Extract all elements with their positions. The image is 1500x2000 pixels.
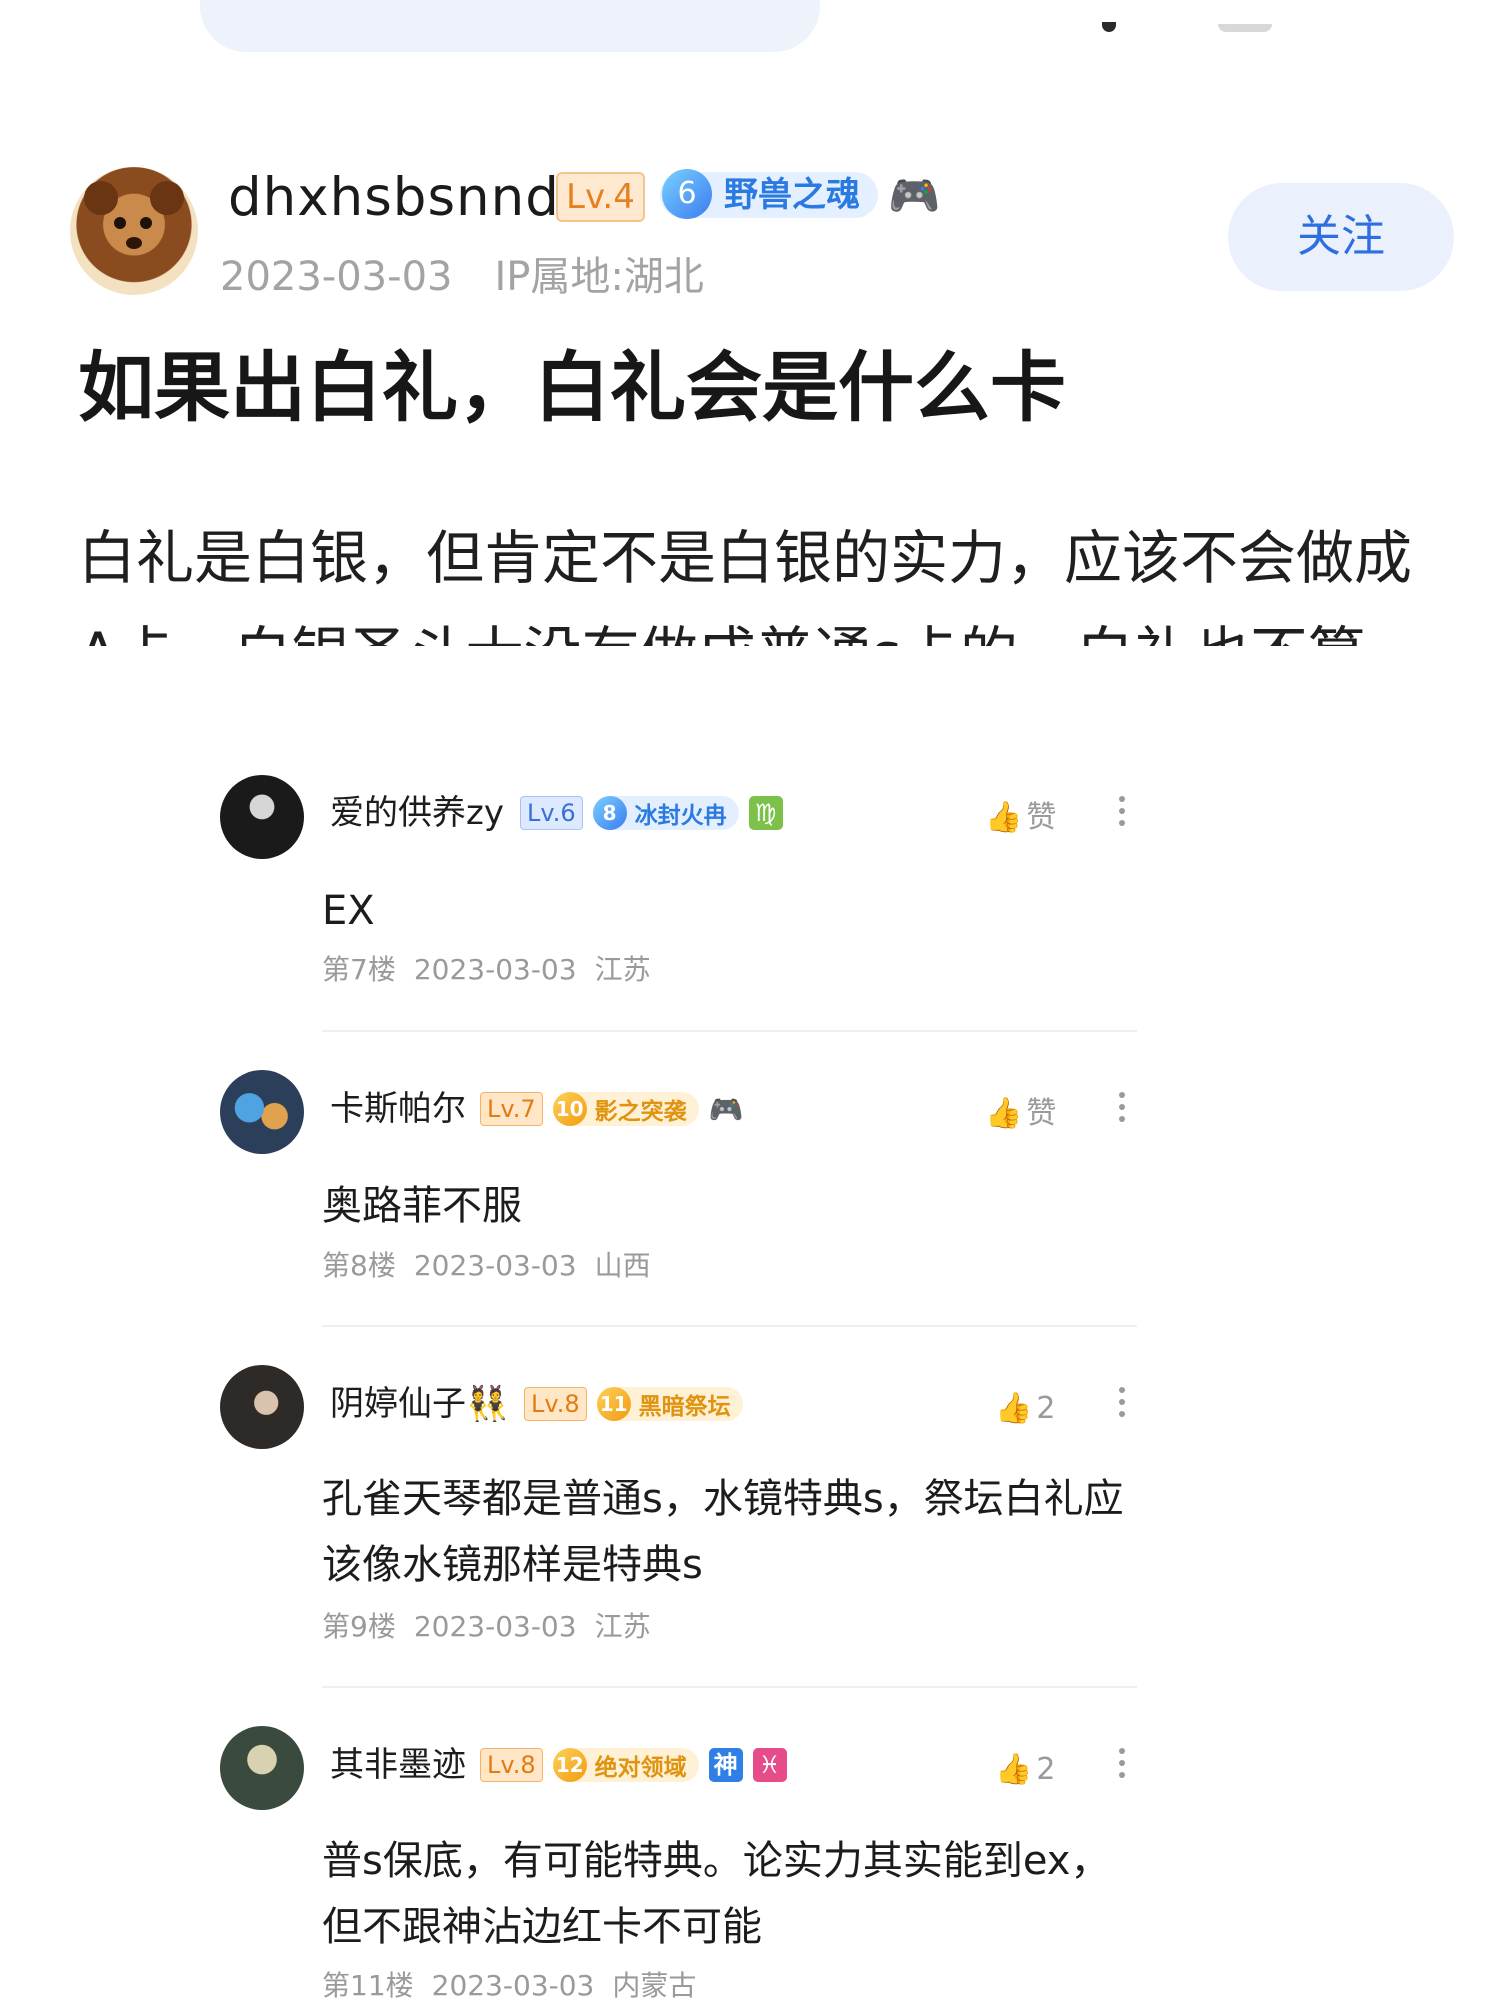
like-button[interactable]: 👍 赞: [985, 1094, 1056, 1134]
post-title: 如果出白礼，白礼会是什么卡: [78, 343, 1066, 432]
post-date: 2023-03-03: [220, 254, 453, 300]
comment-location: 江苏: [594, 1610, 651, 1643]
follow-button[interactable]: 关注: [1228, 183, 1454, 291]
divider: [322, 1030, 1137, 1032]
like-button[interactable]: 👍 2: [995, 1750, 1055, 1790]
comment-location: 山西: [594, 1249, 651, 1282]
fan-medal: 10 影之突袭: [552, 1092, 699, 1126]
comment-date: 2023-03-03: [431, 1969, 595, 2000]
level-badge: Lv.7: [480, 1092, 543, 1126]
floor-number: 第7楼: [322, 953, 396, 986]
comment-meta: 第11楼 2023-03-03 内蒙古: [322, 1968, 714, 2000]
author-meta: 2023-03-03 IP属地:湖北: [220, 252, 746, 302]
medal-level: 8: [592, 796, 627, 830]
comment-location: 江苏: [594, 953, 651, 986]
commenter-badges: Lv.7 10 影之突袭 🎮: [480, 1092, 743, 1126]
commenter-avatar[interactable]: [220, 1365, 304, 1449]
commenter-badges: Lv.6 8 冰封火冉 ♍: [520, 796, 783, 830]
comment-meta: 第7楼 2023-03-03 江苏: [322, 952, 669, 988]
ip-location: IP属地:湖北: [494, 254, 704, 300]
comment-text-line: 该像水镜那样是特典s: [322, 1542, 703, 1588]
god-icon: 神: [708, 1748, 743, 1782]
post-body-line: 白礼是白银，但肯定不是白银的实力，应该不会做成: [78, 524, 1413, 592]
post-body-line-cut: A卡，白银圣斗士没有做成普通s卡的，白礼也不算: [78, 606, 1458, 646]
divider: [322, 1686, 1137, 1688]
level-badge: Lv.8: [524, 1387, 587, 1421]
level-badge: Lv.8: [480, 1748, 543, 1782]
commenter-badges: Lv.8 11 黑暗祭坛: [524, 1387, 743, 1421]
menu-icon[interactable]: [1102, 22, 1116, 32]
thumb-up-icon: 👍: [995, 1391, 1033, 1426]
more-options-icon[interactable]: [1112, 790, 1132, 832]
like-count: 2: [1036, 1391, 1056, 1426]
medal-level: 12: [552, 1748, 587, 1782]
more-options-icon[interactable]: [1112, 1381, 1132, 1423]
comment-text: 孔雀天琴都是普通s，水镜特典s，祭坛白礼应 该像水镜那样是特典s: [322, 1466, 1142, 1598]
medal-name: 野兽之魂: [724, 175, 860, 215]
commenter-name[interactable]: 其非墨迹: [330, 1742, 466, 1788]
medal-level: 10: [552, 1092, 587, 1126]
author-level-badge: Lv.4: [556, 172, 645, 222]
comment-meta: 第9楼 2023-03-03 江苏: [322, 1609, 669, 1645]
comment-date: 2023-03-03: [413, 1610, 577, 1643]
post-body: 白礼是白银，但肯定不是白银的实力，应该不会做成 A卡，白银圣斗士没有做成普通s卡…: [78, 510, 1458, 656]
comment-meta: 第8楼 2023-03-03 山西: [322, 1248, 669, 1284]
medal-level: 11: [596, 1387, 631, 1421]
thumb-up-icon: 👍: [995, 1752, 1033, 1787]
comment-date: 2023-03-03: [413, 953, 577, 986]
commenter-avatar[interactable]: [220, 1070, 304, 1154]
thumb-up-icon: 👍: [985, 1096, 1023, 1131]
fan-medal: 11 黑暗祭坛: [596, 1387, 743, 1421]
thumb-up-icon: 👍: [985, 800, 1023, 835]
author-name[interactable]: dhxhsbsnnd: [228, 168, 560, 228]
commenter-badges: Lv.8 12 绝对领域 神 ♓: [480, 1748, 787, 1782]
comment-date: 2023-03-03: [413, 1249, 577, 1282]
more-options-icon[interactable]: [1112, 1086, 1132, 1128]
profile-icon[interactable]: [1218, 24, 1272, 32]
commenter-name[interactable]: 爱的供养zy: [330, 790, 504, 836]
comment-text-line: 孔雀天琴都是普通s，水镜特典s，祭坛白礼应: [322, 1476, 1124, 1522]
like-button[interactable]: 👍 2: [995, 1389, 1055, 1429]
comment-text: 普s保底，有可能特典。论实力其实能到ex， 但不跟神沾边红卡不可能: [322, 1828, 1142, 1960]
gamepad-icon: 🎮: [708, 1092, 744, 1126]
divider: [322, 1325, 1137, 1327]
commenter-avatar[interactable]: [220, 775, 304, 859]
comment-text-line: 但不跟神沾边红卡不可能: [322, 1904, 762, 1950]
like-count: 2: [1036, 1752, 1056, 1787]
medal-name: 绝对领域: [594, 1755, 687, 1781]
comment-text: EX: [322, 888, 375, 934]
medal-name: 黑暗祭坛: [638, 1394, 731, 1420]
comment-text-line: 普s保底，有可能特典。论实力其实能到ex，: [322, 1838, 1111, 1884]
commenter-name[interactable]: 阴婷仙子👯: [330, 1381, 508, 1427]
comment-text: 奥路菲不服: [322, 1183, 522, 1229]
gamepad-icon: 🎮: [888, 171, 941, 220]
virgo-icon: ♍: [748, 796, 783, 830]
medal-level: 6: [662, 169, 712, 219]
floor-number: 第11楼: [322, 1969, 414, 2000]
fan-medal: 12 绝对领域: [552, 1748, 699, 1782]
medal-name: 影之突袭: [594, 1099, 687, 1125]
like-label: 赞: [1026, 1096, 1057, 1131]
comment-location: 内蒙古: [612, 1969, 697, 2000]
floor-number: 第9楼: [322, 1610, 396, 1643]
more-options-icon[interactable]: [1112, 1742, 1132, 1784]
commenter-name[interactable]: 卡斯帕尔: [330, 1086, 466, 1132]
pisces-icon: ♓: [752, 1748, 787, 1782]
author-fan-medal: 6 野兽之魂: [660, 169, 878, 219]
fan-medal: 8 冰封火冉: [592, 796, 739, 830]
level-badge: Lv.6: [520, 796, 583, 830]
like-label: 赞: [1026, 800, 1057, 835]
like-button[interactable]: 👍 赞: [985, 798, 1056, 838]
search-bar[interactable]: [200, 0, 820, 52]
floor-number: 第8楼: [322, 1249, 396, 1282]
medal-name: 冰封火冉: [634, 803, 727, 829]
commenter-avatar[interactable]: [220, 1726, 304, 1810]
author-avatar[interactable]: [70, 167, 198, 295]
